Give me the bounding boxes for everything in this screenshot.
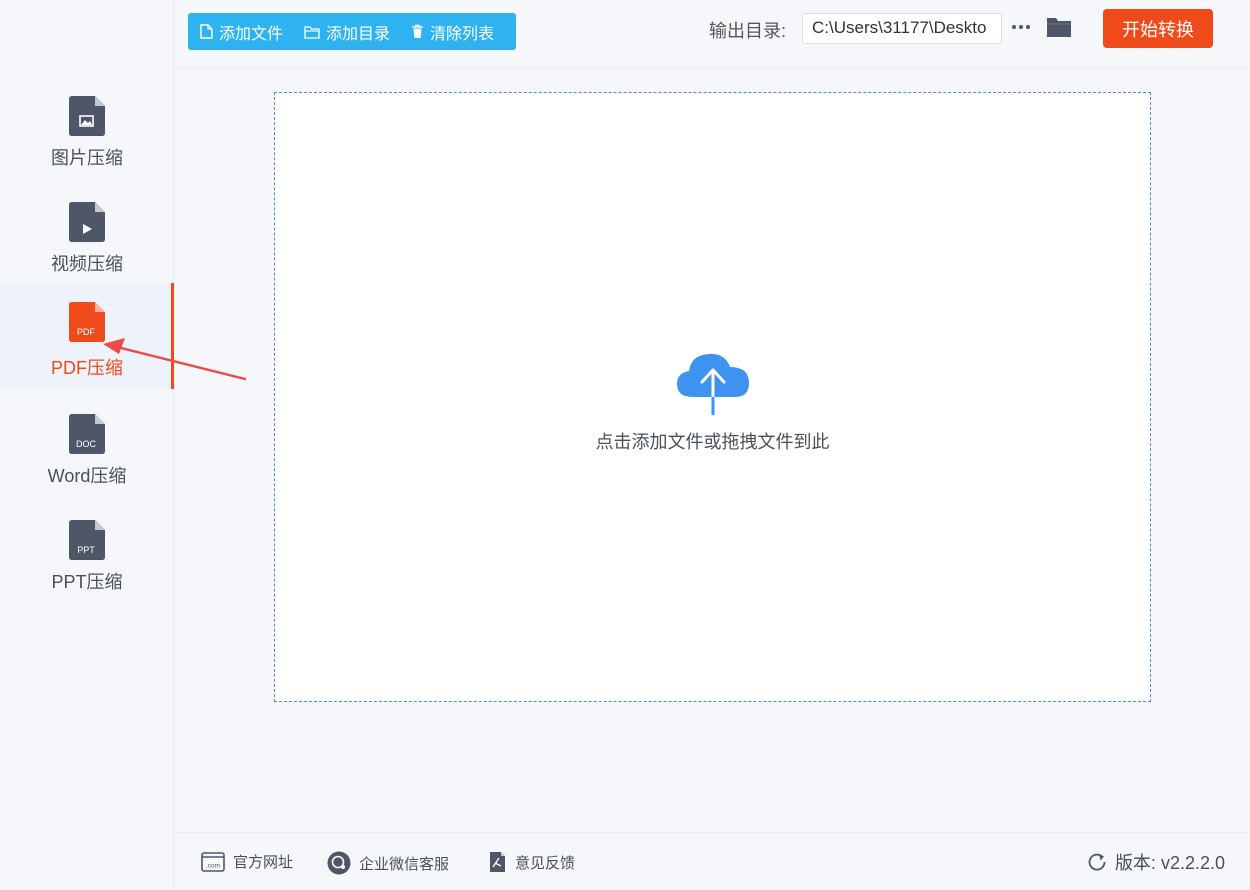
file-badge-text: PDF <box>77 327 96 337</box>
sidebar-item-pdf-compress[interactable]: PDF PDF压缩 <box>0 283 174 389</box>
folder-outline-icon <box>304 25 320 39</box>
clear-list-label: 清除列表 <box>430 25 495 43</box>
ppt-file-icon: PPT <box>69 520 105 560</box>
sidebar-item-label: Word压缩 <box>47 466 127 486</box>
file-badge-text: DOC <box>76 439 97 449</box>
output-directory-field[interactable]: C:\Users\31177\Deskto <box>802 13 1002 44</box>
active-indicator <box>171 283 174 389</box>
add-directory-button[interactable]: 添加目录 <box>304 20 390 44</box>
toolbar: 添加文件 添加目录 清除列表 输出目录: C:\Users\31177\Desk… <box>175 0 1250 68</box>
sidebar: 图片压缩 视频压缩 PDF PDF压缩 DOC Word压缩 PPT PPT压缩 <box>0 0 174 890</box>
image-file-icon <box>69 96 105 136</box>
sidebar-item-label: 图片压缩 <box>51 148 123 168</box>
wechat-support-label: 企业微信客服 <box>359 855 450 873</box>
open-folder-icon[interactable] <box>1046 14 1072 40</box>
footer: .com 官方网址 企业微信客服 意见反馈 版本: v2.2.2.0 <box>175 832 1250 890</box>
cloud-upload-icon <box>677 353 749 415</box>
toolbar-button-group: 添加文件 添加目录 清除列表 <box>188 13 516 50</box>
sidebar-item-label: 视频压缩 <box>51 254 123 274</box>
website-icon: .com <box>201 851 225 872</box>
drop-zone-hint: 点击添加文件或拖拽文件到此 <box>595 432 830 452</box>
feedback-link[interactable]: 意见反馈 <box>487 851 575 873</box>
version-info: 版本: v2.2.2.0 <box>1087 849 1225 875</box>
feedback-label: 意见反馈 <box>515 854 576 872</box>
official-website-label: 官方网址 <box>233 854 294 871</box>
svg-text:.com: .com <box>206 862 220 869</box>
version-label: 版本: v2.2.2.0 <box>1114 853 1225 873</box>
more-options-icon[interactable] <box>1010 16 1032 38</box>
add-directory-label: 添加目录 <box>326 25 391 43</box>
add-file-button[interactable]: 添加文件 <box>200 20 283 44</box>
file-drop-zone[interactable]: 点击添加文件或拖拽文件到此 <box>274 92 1151 702</box>
clear-list-button[interactable]: 清除列表 <box>411 20 494 44</box>
sidebar-item-image-compress[interactable]: 图片压缩 <box>0 88 174 194</box>
wechat-support-link[interactable]: 企业微信客服 <box>327 851 449 875</box>
sidebar-item-word-compress[interactable]: DOC Word压缩 <box>0 406 174 512</box>
sidebar-item-label: PPT压缩 <box>51 572 123 592</box>
file-icon <box>200 24 213 39</box>
doc-file-icon: DOC <box>69 414 105 454</box>
start-convert-button[interactable]: 开始转换 <box>1103 9 1213 48</box>
file-badge-text: PPT <box>77 545 95 555</box>
trash-icon <box>412 24 424 38</box>
refresh-icon[interactable] <box>1087 852 1107 872</box>
add-file-label: 添加文件 <box>219 25 284 43</box>
sidebar-item-ppt-compress[interactable]: PPT PPT压缩 <box>0 512 174 618</box>
video-file-icon <box>69 202 105 242</box>
pdf-file-icon: PDF <box>69 302 105 342</box>
output-directory-label: 输出目录: <box>709 21 787 41</box>
sidebar-item-label: PDF压缩 <box>51 358 123 378</box>
wechat-support-icon <box>327 851 351 875</box>
official-website-link[interactable]: .com 官方网址 <box>201 851 293 872</box>
feedback-icon <box>490 852 505 872</box>
